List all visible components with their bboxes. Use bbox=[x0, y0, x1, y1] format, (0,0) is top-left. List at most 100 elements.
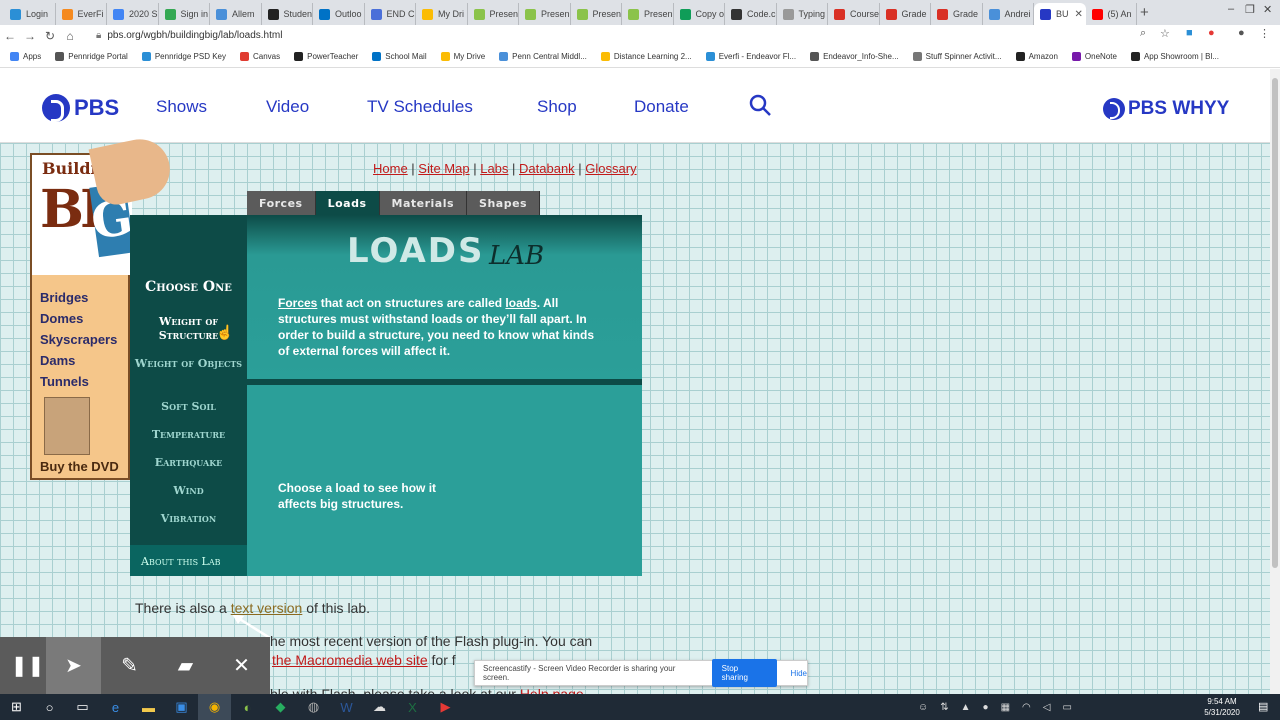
bookmark-item[interactable]: Pennridge PSD Key bbox=[141, 52, 226, 61]
browser-tab[interactable]: Typing bbox=[777, 3, 828, 25]
nav-tv-schedules[interactable]: TV Schedules bbox=[367, 97, 473, 117]
browser-tab[interactable]: Code.c bbox=[725, 3, 777, 25]
browser-tab[interactable]: Andrei bbox=[983, 3, 1034, 25]
wifi-icon[interactable]: ◠ bbox=[1022, 702, 1031, 713]
close-tab-icon[interactable]: ✕ bbox=[1075, 9, 1083, 20]
back-icon[interactable]: ← bbox=[0, 29, 20, 43]
load-weight-of-objects[interactable]: Weight of Objects bbox=[130, 357, 247, 371]
bookmark-item[interactable]: Stuff Spinner Activit... bbox=[912, 52, 1002, 61]
minimize-button[interactable]: – bbox=[1228, 3, 1234, 15]
app-icon-4[interactable]: ☁ bbox=[363, 694, 396, 720]
menu-skyscrapers[interactable]: Skyscrapers bbox=[40, 332, 117, 347]
load-vibration[interactable]: Vibration bbox=[130, 512, 247, 526]
scrollbar-thumb[interactable] bbox=[1272, 78, 1278, 568]
nav-donate[interactable]: Donate bbox=[634, 97, 689, 117]
nav-home-link[interactable]: Home bbox=[373, 161, 408, 176]
profile-icon[interactable]: ● bbox=[1238, 27, 1245, 39]
store-icon[interactable]: ▣ bbox=[165, 694, 198, 720]
home-icon[interactable]: ⌂ bbox=[60, 29, 80, 43]
bookmark-item[interactable]: Endeavor_Info-She... bbox=[810, 52, 899, 61]
new-tab-button[interactable]: + bbox=[1140, 4, 1149, 21]
pen-icon[interactable]: ✎ bbox=[102, 637, 157, 694]
cursor-icon[interactable]: ➤ bbox=[46, 637, 101, 694]
forward-icon[interactable]: → bbox=[20, 29, 40, 43]
browser-tab[interactable]: Login bbox=[4, 3, 56, 25]
extension-icon[interactable]: ■ bbox=[1186, 27, 1193, 39]
lab-tab-forces[interactable]: Forces bbox=[247, 191, 316, 215]
browser-tab[interactable]: My Dri bbox=[416, 3, 468, 25]
browser-tab[interactable]: Copy o bbox=[674, 3, 725, 25]
close-window-button[interactable]: ✕ bbox=[1263, 3, 1272, 16]
excel-icon[interactable]: X bbox=[396, 694, 429, 720]
pbs-logo[interactable]: PBS bbox=[42, 94, 119, 122]
battery-icon[interactable]: ▭ bbox=[1062, 702, 1071, 713]
nav-video[interactable]: Video bbox=[266, 97, 309, 117]
browser-tab[interactable]: Presen bbox=[622, 3, 674, 25]
about-lab-link[interactable]: About this Lab bbox=[130, 545, 247, 576]
menu-tunnels[interactable]: Tunnels bbox=[40, 374, 89, 389]
bookmark-item[interactable]: Canvas bbox=[239, 52, 280, 61]
taskbar-clock[interactable]: 9:54 AM 5/31/2020 bbox=[1200, 696, 1244, 718]
browser-tab[interactable]: Sign in bbox=[159, 3, 210, 25]
menu-icon[interactable]: ⋮ bbox=[1259, 27, 1270, 40]
bookmark-item[interactable]: Apps bbox=[10, 52, 41, 61]
lab-tab-loads[interactable]: Loads bbox=[315, 191, 380, 215]
browser-tab[interactable]: Studen bbox=[262, 3, 313, 25]
close-icon[interactable]: ✕ bbox=[214, 637, 269, 694]
file-explorer-icon[interactable]: ▬ bbox=[132, 694, 165, 720]
search-icon[interactable]: ○ bbox=[33, 694, 66, 720]
menu-domes[interactable]: Domes bbox=[40, 311, 83, 326]
load-wind[interactable]: Wind bbox=[130, 484, 247, 498]
network-icon[interactable]: ⇅ bbox=[940, 702, 948, 713]
browser-tab[interactable]: Presen bbox=[519, 3, 571, 25]
station-logo[interactable]: PBS WHYY bbox=[1103, 98, 1229, 120]
notification-icon[interactable]: ▤ bbox=[1258, 700, 1268, 713]
word-icon[interactable]: W bbox=[330, 694, 363, 720]
address-bar[interactable]: 🔒︎ pbs.org/wgbh/buildingbig/lab/loads.htm… bbox=[96, 30, 282, 41]
bookmark-item[interactable]: Distance Learning 2... bbox=[600, 52, 692, 61]
search-icon[interactable] bbox=[748, 93, 772, 117]
browser-tab[interactable]: END C bbox=[365, 3, 416, 25]
windows-start-icon[interactable]: ⊞ bbox=[0, 694, 33, 720]
bookmark-item[interactable]: App Showroom | Bl... bbox=[1130, 52, 1219, 61]
browser-tab[interactable]: Presen bbox=[571, 3, 622, 25]
lab-tab-shapes[interactable]: Shapes bbox=[467, 191, 541, 215]
buy-dvd-link[interactable]: Buy the DVD bbox=[40, 459, 119, 474]
edge-icon[interactable]: e bbox=[99, 694, 132, 720]
nav-glossary-link[interactable]: Glossary bbox=[585, 161, 636, 176]
browser-tab[interactable]: 2020 S bbox=[107, 3, 159, 25]
nav-shop[interactable]: Shop bbox=[537, 97, 577, 117]
nav-sitemap-link[interactable]: Site Map bbox=[418, 161, 469, 176]
bookmark-item[interactable]: Pennridge Portal bbox=[55, 52, 128, 61]
dvd-box-image[interactable] bbox=[44, 397, 90, 455]
screencastify-icon[interactable]: ● bbox=[1208, 27, 1215, 39]
chrome-icon[interactable]: ◉ bbox=[198, 694, 231, 720]
menu-dams[interactable]: Dams bbox=[40, 353, 75, 368]
screencastify-app-icon[interactable]: ▶ bbox=[429, 694, 462, 720]
load-soft-soil[interactable]: Soft Soil bbox=[130, 400, 247, 414]
stop-sharing-button[interactable]: Stop sharing bbox=[711, 659, 777, 687]
load-earthquake[interactable]: Earthquake bbox=[130, 456, 247, 470]
volume-icon[interactable]: ◁ bbox=[1043, 702, 1051, 713]
eraser-icon[interactable]: ▰ bbox=[158, 637, 213, 694]
zoom-icon[interactable]: ⌕ bbox=[1140, 27, 1146, 40]
tray-icon[interactable]: ▲ bbox=[961, 702, 971, 713]
lab-tab-materials[interactable]: Materials bbox=[379, 191, 468, 215]
tray-icon-3[interactable]: ▦ bbox=[1001, 702, 1010, 713]
nav-shows[interactable]: Shows bbox=[156, 97, 207, 117]
macromedia-link[interactable]: the Macromedia web site bbox=[272, 652, 428, 668]
star-icon[interactable]: ☆ bbox=[1160, 27, 1170, 40]
hide-button[interactable]: Hide bbox=[791, 669, 807, 678]
browser-tab[interactable]: Grade bbox=[931, 3, 983, 25]
load-temperature[interactable]: Temperature bbox=[130, 428, 247, 442]
nav-databank-link[interactable]: Databank bbox=[519, 161, 575, 176]
bookmark-item[interactable]: PowerTeacher bbox=[294, 52, 358, 61]
maximize-button[interactable]: ❐ bbox=[1245, 3, 1255, 16]
browser-tab[interactable]: Allem bbox=[210, 3, 262, 25]
browser-tab[interactable]: Outloo bbox=[313, 3, 365, 25]
forces-link[interactable]: Forces bbox=[278, 296, 317, 310]
bookmark-item[interactable]: Penn Central Middl... bbox=[499, 52, 587, 61]
browser-tab[interactable]: Grade bbox=[880, 3, 931, 25]
menu-bridges[interactable]: Bridges bbox=[40, 290, 88, 305]
bookmark-item[interactable]: OneNote bbox=[1071, 52, 1117, 61]
